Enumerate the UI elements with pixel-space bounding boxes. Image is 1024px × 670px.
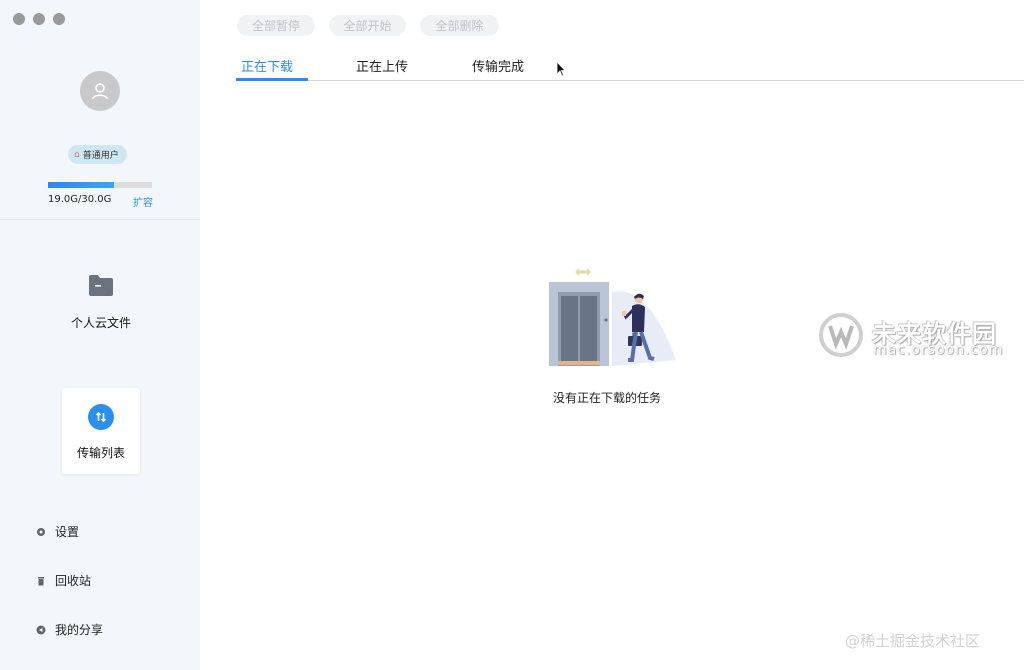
folder-icon (89, 275, 113, 296)
sidebar-link-settings-label: 设置 (55, 525, 80, 539)
start-all-button[interactable]: 全部开始 (329, 15, 406, 36)
sidebar-link-my-shares[interactable]: 我的分享 (36, 621, 103, 638)
sidebar-link-my-shares-label: 我的分享 (55, 623, 104, 637)
nav-personal-cloud-files-label: 个人云文件 (70, 316, 131, 330)
delete-all-button[interactable]: 全部删除 (420, 15, 499, 36)
nav-transfer-list[interactable]: 传输列表 (62, 388, 140, 474)
avatar[interactable] (80, 71, 120, 111)
close-window-button[interactable] (13, 13, 25, 25)
pause-all-button[interactable]: 全部暂停 (237, 15, 315, 36)
gear-icon (36, 527, 46, 537)
share-icon (36, 625, 46, 635)
sidebar-link-settings[interactable]: 设置 (36, 523, 79, 540)
storage-progress-bar (48, 182, 152, 188)
maximize-window-button[interactable] (53, 13, 65, 25)
trash-icon (36, 576, 46, 586)
watermark-logo-icon (819, 313, 863, 357)
user-level-label: 普通用户 (82, 151, 119, 161)
transfer-icon (88, 404, 114, 430)
tab-uploading[interactable]: 正在上传 (356, 56, 408, 81)
home-icon: ⌂ (74, 149, 80, 160)
transfer-tabs: 正在下载 正在上传 传输完成 (236, 56, 1024, 81)
minimize-window-button[interactable] (33, 13, 45, 25)
storage-usage-text: 19.0G/30.0G (48, 194, 112, 205)
sidebar-divider (0, 219, 200, 220)
window-controls (13, 13, 65, 25)
sidebar-link-trash-label: 回收站 (55, 574, 92, 588)
active-tab-indicator (236, 78, 308, 81)
watermark-site-url: mac.orsoon.com (873, 342, 1004, 358)
sidebar: ⌂ 普通用户 19.0G/30.0G 扩容 个人云文件 传输列表 设置 回收站 … (0, 0, 200, 670)
mouse-cursor-icon (556, 61, 566, 77)
expand-storage-link[interactable]: 扩容 (133, 194, 153, 209)
user-icon (92, 83, 108, 100)
nav-personal-cloud-files[interactable]: 个人云文件 (62, 258, 140, 344)
nav-transfer-list-label: 传输列表 (76, 446, 125, 460)
empty-state-message: 没有正在下载的任务 (553, 391, 662, 405)
storage-progress-fill (48, 182, 114, 188)
empty-state-illustration (549, 268, 676, 366)
watermark-footer: @稀土掘金技术社区 (845, 632, 981, 650)
transfer-toolbar: 全部暂停 全部开始 全部删除 (237, 15, 499, 36)
user-level-badge: ⌂ 普通用户 (68, 145, 127, 164)
sidebar-link-trash[interactable]: 回收站 (36, 572, 91, 589)
tab-completed[interactable]: 传输完成 (472, 56, 524, 81)
